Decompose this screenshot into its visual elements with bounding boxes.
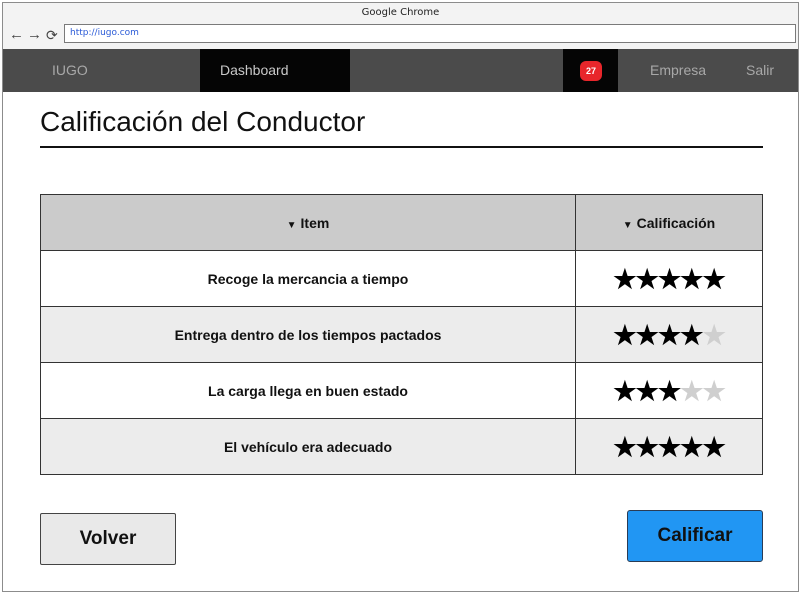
star-filled-icon[interactable]: ★: [613, 376, 636, 406]
browser-toolbar: ← → ⟳ http://iugo.com: [3, 23, 798, 49]
title-divider: [40, 146, 763, 148]
star-filled-icon[interactable]: ★: [658, 264, 681, 294]
item-label: Entrega dentro de los tiempos pactados: [40, 306, 576, 363]
star-filled-icon[interactable]: ★: [658, 376, 681, 406]
address-bar[interactable]: http://iugo.com: [64, 24, 796, 43]
star-rating[interactable]: ★★★★★: [575, 418, 763, 475]
sort-caret-icon: ▼: [622, 219, 633, 231]
arrow-right-icon[interactable]: →: [27, 27, 42, 43]
arrow-left-icon[interactable]: ←: [9, 27, 24, 43]
table-row: La carga llega en buen estado ★★★★★: [40, 362, 763, 419]
star-filled-icon[interactable]: ★: [702, 432, 725, 462]
star-filled-icon[interactable]: ★: [636, 376, 659, 406]
item-label: El vehículo era adecuado: [40, 418, 576, 475]
star-filled-icon[interactable]: ★: [636, 432, 659, 462]
star-filled-icon[interactable]: ★: [680, 320, 703, 350]
item-label: La carga llega en buen estado: [40, 362, 576, 419]
item-label: Recoge la mercancia a tiempo: [40, 250, 576, 307]
browser-window: Google Chrome ← → ⟳ http://iugo.com IUGO…: [2, 2, 799, 592]
rate-button[interactable]: Calificar: [627, 510, 763, 562]
star-filled-icon[interactable]: ★: [636, 320, 659, 350]
brand-logo[interactable]: IUGO: [52, 49, 88, 92]
star-empty-icon[interactable]: ★: [680, 376, 703, 406]
table-row: Recoge la mercancia a tiempo ★★★★★: [40, 250, 763, 307]
nav-company[interactable]: Empresa: [650, 49, 706, 92]
ratings-table: ▼ Item ▼ Calificación Recoge la mercancia …: [40, 194, 763, 475]
star-filled-icon[interactable]: ★: [613, 264, 636, 294]
star-filled-icon[interactable]: ★: [658, 320, 681, 350]
notification-badge: 27: [580, 61, 602, 81]
star-filled-icon[interactable]: ★: [613, 320, 636, 350]
star-filled-icon[interactable]: ★: [680, 264, 703, 294]
star-rating[interactable]: ★★★★★: [575, 306, 763, 363]
star-filled-icon[interactable]: ★: [658, 432, 681, 462]
page-title: Calificación del Conductor: [40, 106, 366, 137]
star-filled-icon[interactable]: ★: [702, 264, 725, 294]
star-filled-icon[interactable]: ★: [636, 264, 659, 294]
window-titlebar: Google Chrome: [3, 3, 798, 23]
column-header-rating[interactable]: ▼ Calificación: [575, 194, 763, 251]
star-rating[interactable]: ★★★★★: [575, 362, 763, 419]
app-navbar: IUGO Dashboard 27 Empresa Salir: [3, 49, 798, 92]
back-button[interactable]: Volver: [40, 513, 176, 565]
star-filled-icon[interactable]: ★: [613, 432, 636, 462]
sort-caret-icon: ▼: [286, 219, 297, 231]
nav-dashboard[interactable]: Dashboard: [200, 49, 350, 92]
reload-icon[interactable]: ⟳: [46, 27, 58, 43]
column-header-item[interactable]: ▼ Item: [40, 194, 576, 251]
star-rating[interactable]: ★★★★★: [575, 250, 763, 307]
table-row: El vehículo era adecuado ★★★★★: [40, 418, 763, 475]
star-filled-icon[interactable]: ★: [680, 432, 703, 462]
star-empty-icon[interactable]: ★: [702, 376, 725, 406]
star-empty-icon[interactable]: ★: [702, 320, 725, 350]
table-row: Entrega dentro de los tiempos pactados ★…: [40, 306, 763, 363]
nav-logout[interactable]: Salir: [746, 49, 774, 92]
notifications-button[interactable]: 27: [563, 49, 618, 92]
